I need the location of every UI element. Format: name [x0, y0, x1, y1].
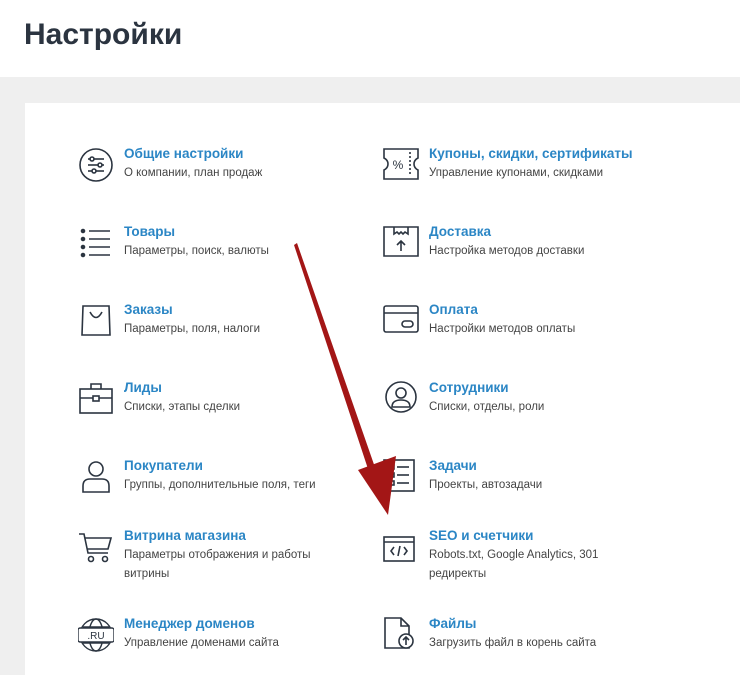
- globe-ru-icon: .RU: [78, 617, 114, 653]
- settings-item-title[interactable]: Сотрудники: [429, 380, 509, 395]
- settings-item-title[interactable]: Покупатели: [124, 458, 203, 473]
- settings-item-title[interactable]: Витрина магазина: [124, 528, 246, 543]
- user-icon: [78, 459, 114, 495]
- settings-item-title[interactable]: Оплата: [429, 302, 478, 317]
- coupon-percent-label: %: [393, 158, 404, 172]
- list-icon: [78, 225, 114, 261]
- settings-item-description: Загрузить файл в корень сайта: [429, 637, 597, 649]
- settings-item-description: Настройка методов доставки: [429, 245, 585, 257]
- settings-item-description: Управление доменами сайта: [124, 637, 279, 649]
- shopping-bag-icon: [78, 303, 114, 339]
- settings-item-description: Параметры, поля, налоги: [124, 323, 260, 335]
- settings-item-title[interactable]: SEO и счетчики: [429, 528, 533, 543]
- employee-icon: [383, 381, 419, 417]
- settings-item-description: О компании, план продаж: [124, 167, 263, 179]
- settings-item-title[interactable]: Задачи: [429, 458, 477, 473]
- settings-item-title[interactable]: Файлы: [429, 616, 476, 631]
- credit-card-icon: [383, 303, 419, 339]
- sliders-icon: [78, 147, 114, 183]
- settings-item-title[interactable]: Заказы: [124, 302, 173, 317]
- code-window-icon: [383, 529, 419, 565]
- delivery-box-icon: [383, 225, 419, 261]
- settings-item-title[interactable]: Лиды: [124, 380, 162, 395]
- settings-item-title[interactable]: Купоны, скидки, сертификаты: [429, 146, 633, 161]
- settings-item-description: Управление купонами, скидками: [429, 167, 604, 179]
- briefcase-icon: [78, 381, 114, 417]
- settings-item-title[interactable]: Доставка: [429, 224, 491, 239]
- settings-item-description: Robots.txt, Google Analytics, 301 редире…: [429, 549, 599, 580]
- settings-item-description: Списки, этапы сделки: [124, 401, 241, 413]
- settings-item-title[interactable]: Товары: [124, 224, 175, 239]
- file-upload-icon: [383, 617, 419, 653]
- settings-item-description: Проекты, автозадачи: [429, 479, 543, 491]
- settings-item-title[interactable]: Менеджер доменов: [124, 616, 255, 631]
- settings-item-description: Списки, отделы, роли: [429, 401, 545, 413]
- cart-icon: [78, 529, 114, 565]
- settings-item-description: Параметры, поиск, валюты: [124, 245, 269, 257]
- settings-item-description: Группы, дополнительные поля, теги: [124, 479, 316, 491]
- settings-item-title[interactable]: Общие настройки: [124, 146, 243, 161]
- page-header: Настройки: [0, 0, 740, 77]
- page-title: Настройки: [24, 18, 183, 51]
- settings-item-description: Настройки методов оплаты: [429, 323, 576, 335]
- coupon-icon: %: [383, 147, 419, 183]
- checklist-icon: [383, 459, 419, 495]
- globe-ru-label: .RU: [87, 631, 104, 642]
- settings-item-description: Параметры отображения и работы витрины: [124, 549, 311, 580]
